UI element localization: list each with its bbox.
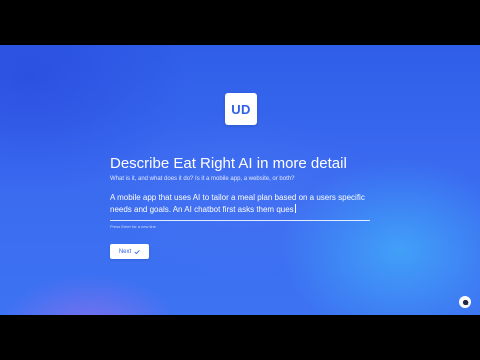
- answer-text[interactable]: A mobile app that uses AI to tailor a me…: [110, 192, 370, 216]
- chat-bubble-icon: [462, 299, 468, 305]
- chat-button[interactable]: [459, 296, 471, 308]
- answer-field[interactable]: A mobile app that uses AI to tailor a me…: [110, 192, 370, 221]
- answer-value: A mobile app that uses AI to tailor a me…: [110, 193, 365, 214]
- app-frame: UD Describe Eat Right AI in more detail …: [0, 45, 480, 315]
- next-button[interactable]: Next: [110, 244, 149, 259]
- next-button-label: Next: [118, 248, 132, 255]
- question-title: Describe Eat Right AI in more detail: [110, 155, 347, 172]
- question-subtitle: What is it, and what does it do? Is it a…: [110, 176, 295, 182]
- text-caret: [294, 204, 296, 213]
- brand-logo: UD: [225, 93, 257, 125]
- enter-hint: Press Enter for a new line: [110, 224, 156, 229]
- brand-logo-text: UD: [231, 101, 251, 117]
- check-icon: [134, 249, 140, 254]
